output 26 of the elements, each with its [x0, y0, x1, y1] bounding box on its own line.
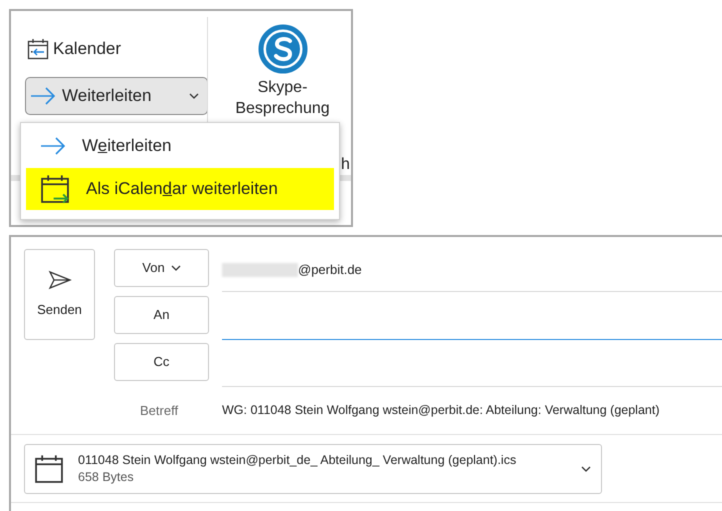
chevron-down-icon [189, 92, 199, 100]
subject-field[interactable]: WG: 011048 Stein Wolfgang wstein@perbit.de: Abteilung: Verwaltung (geplant) [222, 401, 660, 420]
menu-item[interactable]: Als iCalendar weiterleiten [26, 168, 334, 210]
right-arrow-icon [30, 87, 56, 105]
chevron-down-icon [170, 264, 181, 272]
forward-button[interactable]: Weiterleiten [25, 77, 208, 115]
cc-button[interactable]: Cc [114, 343, 209, 381]
calendar-file-icon [34, 454, 64, 484]
calendar-button[interactable]: Kalender [25, 35, 124, 63]
chevron-down-icon [581, 466, 591, 472]
attachment-card[interactable]: 011048 Stein Wolfgang wstein@perbit_de_ Abteilung_ Verwaltung (geplant).ics 658 Bytes [24, 444, 602, 494]
skype-meeting-label: Besprechung [235, 99, 330, 119]
calendar-icon [27, 38, 49, 60]
menu-item[interactable]: Weiterleiten [26, 128, 334, 164]
right-arrow-icon [40, 137, 66, 155]
skype-meeting-label: Skype- [258, 78, 308, 98]
send-button[interactable]: Senden [24, 249, 95, 340]
attachment-size: 658 Bytes [78, 469, 135, 486]
text-fragment: h [341, 155, 350, 175]
attachment-name: 011048 Stein Wolfgang wstein@perbit_de_ Abteilung_ Verwaltung (geplant).ics [78, 452, 516, 469]
from-button[interactable]: Von [114, 249, 209, 287]
subject-label: Betreff [140, 402, 180, 420]
send-icon [48, 270, 72, 290]
sender-address: @perbit.de [298, 261, 362, 280]
calendar-icon [40, 174, 70, 204]
to-button[interactable]: An [114, 296, 209, 334]
